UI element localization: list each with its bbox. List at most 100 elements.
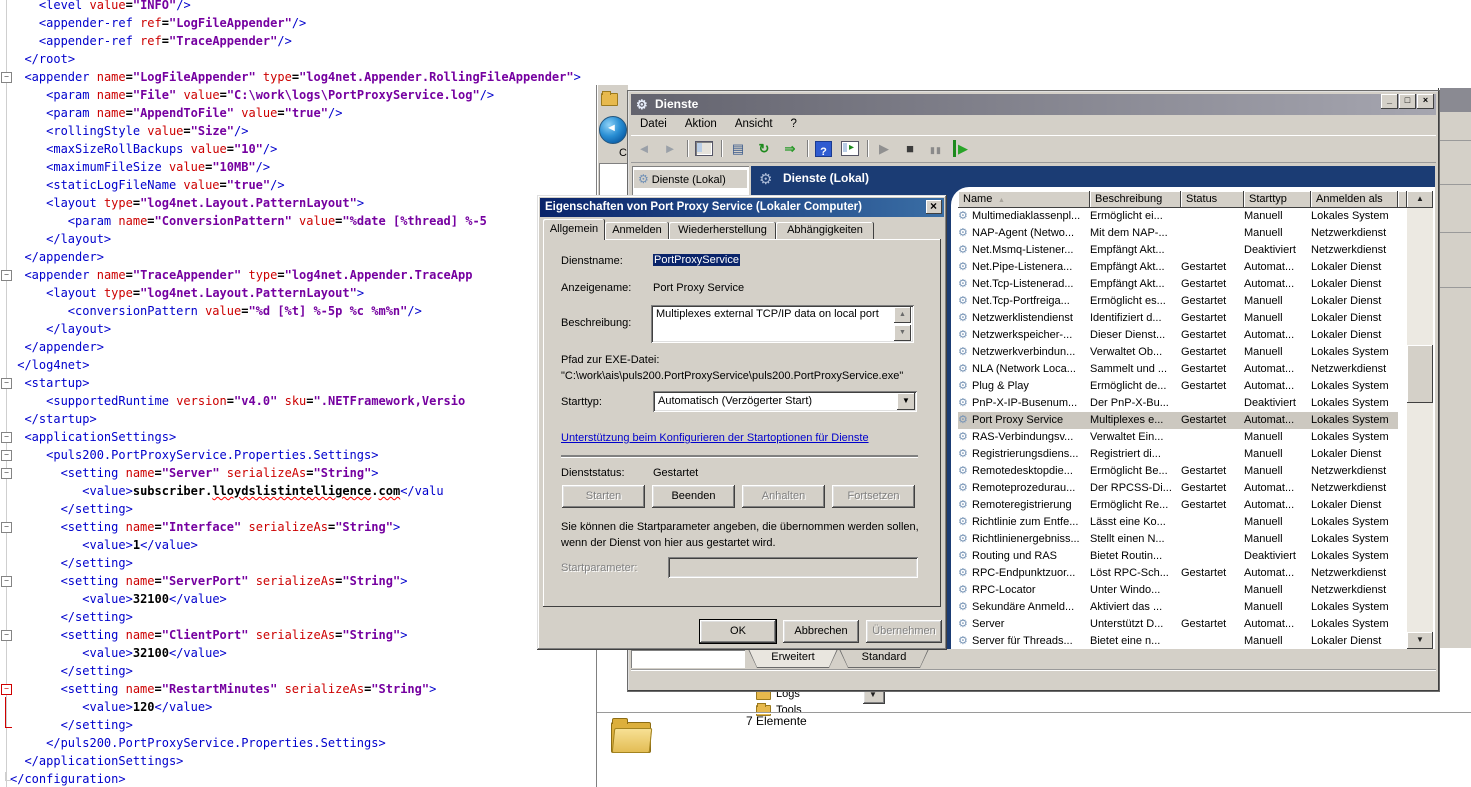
service-row[interactable]: ⚙Richtlinienergebniss...Stellt einen N..… [951, 531, 1407, 548]
service-row[interactable]: ⚙Multimediaklassenpl...Ermöglicht ei...M… [951, 208, 1407, 225]
forward-icon[interactable] [661, 140, 679, 157]
properties-icon[interactable] [729, 140, 747, 157]
view-tab-erweitert[interactable]: Erweitert [748, 649, 838, 668]
fold-marker-icon[interactable]: − [1, 576, 12, 587]
beenden-button[interactable]: Beenden [652, 485, 735, 508]
menu-datei[interactable]: Datei [631, 115, 676, 135]
service-name-value[interactable]: PortProxyService [653, 254, 740, 266]
view-tab-standard[interactable]: Standard [839, 649, 929, 668]
service-row[interactable]: ⚙RAS-Verbindungsv...Verwaltet Ein...Manu… [951, 429, 1407, 446]
filter-input[interactable] [631, 650, 745, 668]
console-tree-icon[interactable] [695, 141, 713, 156]
dialog-titlebar[interactable]: Eigenschaften von Port Proxy Service (Lo… [540, 198, 944, 217]
service-row[interactable]: ⚙Sekundäre Anmeld...Aktiviert das ...Man… [951, 599, 1407, 616]
code-line: <setting name="ServerPort" serializeAs="… [10, 572, 581, 590]
cell: Netzwerkspeicher-... [972, 327, 1088, 344]
service-row[interactable]: ⚙Net.Pipe-Listenera...Empfängt Akt...Ges… [951, 259, 1407, 276]
ok-button[interactable]: OK [700, 620, 776, 643]
service-row[interactable]: ⚙Netzwerkverbindun...Verwaltet Ob...Gest… [951, 344, 1407, 361]
extended-view-icon[interactable] [841, 141, 859, 156]
cell: RAS-Verbindungsv... [972, 429, 1088, 446]
close-icon[interactable] [926, 200, 942, 214]
fold-marker-icon[interactable]: − [1, 270, 12, 281]
column-header-starttyp[interactable]: Starttyp [1244, 191, 1311, 208]
minimize-button[interactable]: _ [1381, 94, 1398, 109]
help-icon[interactable] [815, 141, 832, 157]
column-header-status[interactable]: Status [1181, 191, 1244, 208]
fold-marker-icon[interactable]: − [1, 684, 12, 695]
scroll-up-button[interactable]: ▲ [1407, 191, 1433, 208]
export-list-icon[interactable] [781, 140, 799, 157]
startup-type-select[interactable]: Automatisch (Verzögerter Start) ▼ [653, 391, 917, 412]
startup-options-help-link[interactable]: Unterstützung beim Konfigurieren der Sta… [561, 432, 869, 444]
service-row[interactable]: ⚙NLA (Network Loca...Sammelt und ...Gest… [951, 361, 1407, 378]
service-row[interactable]: ⚙Net.Tcp-Portfreiga...Ermöglicht es...Ge… [951, 293, 1407, 310]
stop-icon[interactable] [901, 140, 919, 157]
vertical-scrollbar[interactable]: ▲ ▼ [1407, 191, 1433, 649]
service-row[interactable]: ⚙PnP-X-IP-Busenum...Der PnP-X-Bu...Deakt… [951, 395, 1407, 412]
scroll-down-button[interactable]: ▼ [1407, 632, 1433, 649]
scroll-down-icon[interactable]: ▼ [894, 325, 911, 341]
service-row[interactable]: ⚙NAP-Agent (Netwo...Mit dem NAP-...Manue… [951, 225, 1407, 242]
cell: Bietet Routin... [1090, 548, 1179, 565]
start-params-input[interactable] [668, 557, 918, 578]
tab-allgemein[interactable]: Allgemein [543, 219, 605, 240]
start-icon[interactable] [875, 140, 893, 157]
menu-ansicht[interactable]: Ansicht [726, 115, 782, 135]
service-row[interactable]: ⚙RemoteregistrierungErmöglicht Re...Gest… [951, 497, 1407, 514]
service-row[interactable]: ⚙RPC-LocatorUnter Windo...ManuellNetzwer… [951, 582, 1407, 599]
back-icon[interactable] [635, 140, 653, 157]
scroll-up-icon[interactable]: ▲ [894, 307, 911, 323]
column-header-anmelden-als[interactable]: Anmelden als [1311, 191, 1398, 208]
code-line: <param name="ConversionPattern" value="%… [10, 212, 581, 230]
column-header-name[interactable]: Name▲ [958, 191, 1090, 208]
service-row[interactable]: ⚙ServerUnterstützt D...GestartetAutomat.… [951, 616, 1407, 633]
tree-item-dienste-lokal[interactable]: ⚙Dienste (Lokal) [634, 170, 747, 188]
fold-marker-icon[interactable]: − [1, 468, 12, 479]
fold-marker-icon[interactable]: − [1, 378, 12, 389]
fold-marker-icon[interactable]: − [1, 522, 12, 533]
back-button[interactable] [599, 116, 627, 144]
abbrechen-button[interactable]: Abbrechen [783, 620, 859, 643]
service-row[interactable]: ⚙Port Proxy ServiceMultiplexes e...Gesta… [951, 412, 1407, 429]
service-row[interactable]: ⚙Remotedesktopdie...Ermöglicht Be...Gest… [951, 463, 1407, 480]
service-row[interactable]: ⚙Remoteprozedurau...Der RPCSS-Di...Gesta… [951, 480, 1407, 497]
restart-icon[interactable] [953, 140, 970, 157]
menu-help[interactable]: ? [782, 115, 806, 135]
service-row[interactable]: ⚙Routing und RASBietet Routin...Deaktivi… [951, 548, 1407, 565]
tab-anmelden[interactable]: Anmelden [605, 222, 669, 240]
fold-marker-icon[interactable]: − [1, 630, 12, 641]
tab-abhängigkeiten[interactable]: Abhängigkeiten [776, 222, 874, 240]
service-row[interactable]: ⚙Net.Tcp-Listenerad...Empfängt Akt...Ges… [951, 276, 1407, 293]
fold-marker-icon[interactable]: − [1, 450, 12, 461]
service-row[interactable]: ⚙Server für Threads...Bietet eine n...Ma… [951, 633, 1407, 649]
fortsetzen-button[interactable]: Fortsetzen [832, 485, 915, 508]
anhalten-button[interactable]: Anhalten [742, 485, 825, 508]
tab-wiederherstellung[interactable]: Wiederherstellung [669, 222, 776, 240]
column-header-beschreibung[interactable]: Beschreibung [1090, 191, 1181, 208]
service-row[interactable]: ⚙Plug & PlayErmöglicht de...GestartetAut… [951, 378, 1407, 395]
chevron-down-icon[interactable]: ▼ [897, 393, 915, 410]
service-row[interactable]: ⚙Registrierungsdiens...Registriert di...… [951, 446, 1407, 463]
scrollbar-thumb[interactable] [1407, 345, 1433, 403]
service-row[interactable]: ⚙NetzwerklistendienstIdentifiziert d...G… [951, 310, 1407, 327]
service-row[interactable]: ⚙RPC-Endpunktzuor...Löst RPC-Sch...Gesta… [951, 565, 1407, 582]
ubernehmen-button[interactable]: Übernehmen [866, 620, 942, 643]
menu-aktion[interactable]: Aktion [676, 115, 726, 135]
service-row[interactable]: ⚙Netzwerkspeicher-...Dieser Dienst...Ges… [951, 327, 1407, 344]
column-header-filler [1398, 191, 1407, 208]
titlebar[interactable]: ⚙ Dienste [631, 94, 1436, 115]
fold-marker-icon[interactable]: − [1, 72, 12, 83]
fold-marker-icon[interactable]: − [1, 432, 12, 443]
cell: Manuell [1244, 208, 1309, 225]
service-row[interactable]: ⚙Net.Msmq-Listener...Empfängt Akt...Deak… [951, 242, 1407, 259]
service-row[interactable]: ⚙Richtlinie zum Entfe...Lässt eine Ko...… [951, 514, 1407, 531]
cell: Registrierungsdiens... [972, 446, 1088, 463]
maximize-button[interactable]: □ [1399, 94, 1416, 109]
close-button[interactable]: × [1417, 94, 1434, 109]
screen: <level value="INFO"/> <appender-ref ref=… [0, 0, 1471, 787]
pause-icon[interactable] [927, 140, 945, 157]
starten-button[interactable]: Starten [562, 485, 645, 508]
refresh-icon[interactable] [755, 140, 773, 157]
description-textbox[interactable]: Multiplexes external TCP/IP data on loca… [651, 305, 914, 343]
